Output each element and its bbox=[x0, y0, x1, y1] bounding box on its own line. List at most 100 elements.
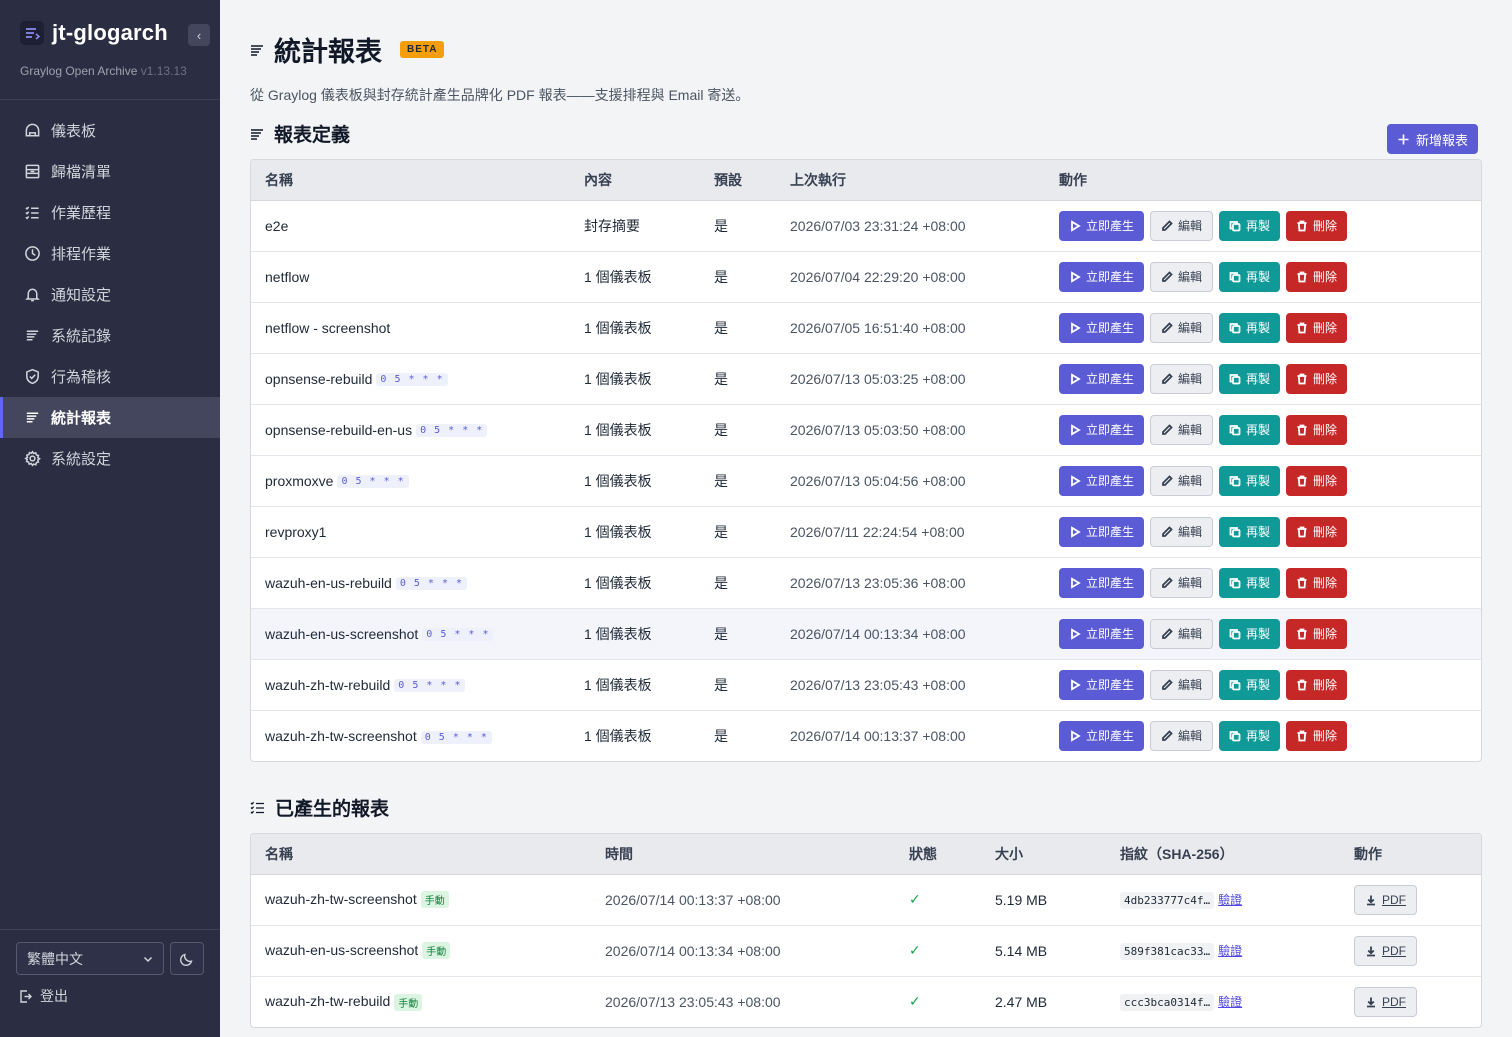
sidebar-item-jobs[interactable]: 作業歷程 bbox=[0, 192, 220, 233]
brand[interactable]: jt-glogarch bbox=[20, 20, 168, 46]
verify-link[interactable]: 驗證 bbox=[1218, 893, 1242, 907]
delete-button[interactable]: 刪除 bbox=[1286, 669, 1348, 700]
add-report-button[interactable]: 新增報表 bbox=[1387, 124, 1479, 154]
table-row[interactable]: proxmoxve 0 5 * * * 1 個儀表板是 2026/07/13 05:0… bbox=[251, 455, 1481, 507]
sidebar-item-dashboard[interactable]: 儀表板 bbox=[0, 110, 220, 151]
table-row[interactable]: netflow 1 個儀表板是 2026/07/04 22:29:20 +08:00… bbox=[251, 251, 1481, 303]
delete-button[interactable]: 刪除 bbox=[1286, 210, 1348, 241]
download-pdf-button[interactable]: PDF bbox=[1354, 986, 1417, 1017]
column-header[interactable]: 大小 bbox=[981, 834, 1106, 875]
sidebar-item-settings[interactable]: 系統設定 bbox=[0, 438, 220, 479]
duplicate-button[interactable]: 再製 bbox=[1219, 363, 1281, 394]
generate-now-button[interactable]: 立即產生 bbox=[1059, 567, 1145, 598]
edit-button[interactable]: 編輯 bbox=[1150, 261, 1214, 292]
column-header[interactable]: 狀態 bbox=[895, 834, 981, 875]
delete-button[interactable]: 刪除 bbox=[1286, 465, 1348, 496]
app-logo-icon bbox=[20, 21, 44, 45]
table-row[interactable]: opnsense-rebuild 0 5 * * * 1 個儀表板是 2026/07/… bbox=[251, 353, 1481, 405]
table-row[interactable]: revproxy1 1 個儀表板是 2026/07/11 22:24:54 +08:… bbox=[251, 506, 1481, 558]
delete-button[interactable]: 刪除 bbox=[1286, 414, 1348, 445]
verify-link[interactable]: 驗證 bbox=[1218, 944, 1242, 958]
delete-button[interactable]: 刪除 bbox=[1286, 567, 1348, 598]
sidebar-item-schedules[interactable]: 排程作業 bbox=[0, 233, 220, 274]
report-name: wazuh-en-us-rebuild bbox=[265, 574, 392, 591]
generate-now-label: 立即產生 bbox=[1086, 576, 1135, 590]
duplicate-button[interactable]: 再製 bbox=[1219, 261, 1281, 292]
table-row[interactable]: netflow - screenshot 1 個儀表板是 2026/07/05 16… bbox=[251, 302, 1481, 354]
table-row[interactable]: wazuh-en-us-screenshot 手動 2026/07/14 00:13… bbox=[251, 925, 1481, 977]
edit-button[interactable]: 編輯 bbox=[1150, 720, 1214, 751]
sidebar-item-archives[interactable]: 歸檔清單 bbox=[0, 151, 220, 192]
theme-toggle-button[interactable] bbox=[170, 942, 204, 975]
delete-button[interactable]: 刪除 bbox=[1286, 720, 1348, 751]
sidebar-item-label: 行為稽核 bbox=[51, 369, 112, 386]
edit-button[interactable]: 編輯 bbox=[1150, 567, 1214, 598]
copy-icon bbox=[1229, 322, 1241, 333]
pdf-label: PDF bbox=[1382, 943, 1406, 958]
verify-link[interactable]: 驗證 bbox=[1218, 995, 1242, 1009]
table-row[interactable]: e2e 封存摘要是 2026/07/03 23:31:24 +08:00 立即產生 編輯… bbox=[251, 200, 1481, 252]
report-name-cell: wazuh-zh-tw-screenshot 0 5 * * * bbox=[251, 710, 570, 761]
check-icon: ✓ bbox=[909, 942, 921, 958]
edit-button[interactable]: 編輯 bbox=[1150, 465, 1214, 496]
column-header[interactable]: 上次執行 bbox=[776, 160, 1045, 201]
column-header[interactable]: 名稱 bbox=[251, 834, 591, 875]
edit-button[interactable]: 編輯 bbox=[1150, 618, 1214, 649]
copy-icon bbox=[1229, 271, 1241, 282]
column-header[interactable]: 內容 bbox=[570, 160, 700, 201]
delete-button[interactable]: 刪除 bbox=[1286, 261, 1348, 292]
table-row[interactable]: wazuh-en-us-screenshot 0 5 * * * 1 個儀表板是 20… bbox=[251, 608, 1481, 660]
generate-now-button[interactable]: 立即產生 bbox=[1059, 465, 1145, 496]
duplicate-button[interactable]: 再製 bbox=[1219, 567, 1281, 598]
logout-link[interactable]: 登出 bbox=[18, 986, 68, 1006]
delete-button[interactable]: 刪除 bbox=[1286, 312, 1348, 343]
duplicate-button[interactable]: 再製 bbox=[1219, 210, 1281, 241]
duplicate-button[interactable]: 再製 bbox=[1219, 312, 1281, 343]
duplicate-button[interactable]: 再製 bbox=[1219, 414, 1281, 445]
generate-now-button[interactable]: 立即產生 bbox=[1059, 516, 1145, 547]
generate-now-button[interactable]: 立即產生 bbox=[1059, 210, 1145, 241]
generate-now-button[interactable]: 立即產生 bbox=[1059, 720, 1145, 751]
delete-button[interactable]: 刪除 bbox=[1286, 618, 1348, 649]
generate-now-button[interactable]: 立即產生 bbox=[1059, 312, 1145, 343]
generate-now-button[interactable]: 立即產生 bbox=[1059, 669, 1145, 700]
sidebar-item-reports[interactable]: 統計報表 bbox=[0, 397, 220, 438]
edit-button[interactable]: 編輯 bbox=[1150, 516, 1214, 547]
actions-cell: 立即產生 編輯 再製 刪除 bbox=[1045, 659, 1481, 711]
delete-button[interactable]: 刪除 bbox=[1286, 363, 1348, 394]
duplicate-button[interactable]: 再製 bbox=[1219, 516, 1281, 547]
duplicate-button[interactable]: 再製 bbox=[1219, 465, 1281, 496]
copy-icon bbox=[1229, 526, 1241, 537]
generate-now-button[interactable]: 立即產生 bbox=[1059, 363, 1145, 394]
download-pdf-button[interactable]: PDF bbox=[1354, 884, 1417, 915]
language-select[interactable]: 繁體中文 bbox=[16, 942, 164, 975]
generate-now-button[interactable]: 立即產生 bbox=[1059, 618, 1145, 649]
sidebar-item-notifications[interactable]: 通知設定 bbox=[0, 274, 220, 315]
generate-now-button[interactable]: 立即產生 bbox=[1059, 414, 1145, 445]
edit-button[interactable]: 編輯 bbox=[1150, 210, 1214, 241]
edit-button[interactable]: 編輯 bbox=[1150, 312, 1214, 343]
table-row[interactable]: wazuh-en-us-rebuild 0 5 * * * 1 個儀表板是 2026/… bbox=[251, 557, 1481, 609]
edit-button[interactable]: 編輯 bbox=[1150, 414, 1214, 445]
column-header[interactable]: 時間 bbox=[591, 834, 895, 875]
duplicate-button[interactable]: 再製 bbox=[1219, 669, 1281, 700]
sidebar-item-audit[interactable]: 行為稽核 bbox=[0, 356, 220, 397]
duplicate-label: 再製 bbox=[1246, 423, 1271, 437]
duplicate-button[interactable]: 再製 bbox=[1219, 720, 1281, 751]
download-pdf-button[interactable]: PDF bbox=[1354, 935, 1417, 966]
edit-button[interactable]: 編輯 bbox=[1150, 363, 1214, 394]
generate-now-button[interactable]: 立即產生 bbox=[1059, 261, 1145, 292]
edit-button[interactable]: 編輯 bbox=[1150, 669, 1214, 700]
table-row[interactable]: opnsense-rebuild-en-us 0 5 * * * 1 個儀表板是 20… bbox=[251, 404, 1481, 456]
duplicate-button[interactable]: 再製 bbox=[1219, 618, 1281, 649]
table-row[interactable]: wazuh-zh-tw-rebuild 手動 2026/07/13 23:05:43… bbox=[251, 976, 1481, 1027]
column-header[interactable]: 名稱 bbox=[251, 160, 570, 201]
last-run-cell: 2026/07/03 23:31:24 +08:00 bbox=[776, 200, 1045, 252]
delete-button[interactable]: 刪除 bbox=[1286, 516, 1348, 547]
column-header[interactable]: 預設 bbox=[700, 160, 776, 201]
sidebar-item-system-logs[interactable]: 系統記錄 bbox=[0, 315, 220, 356]
table-row[interactable]: wazuh-zh-tw-screenshot 手動 2026/07/14 00:13… bbox=[251, 874, 1481, 926]
table-row[interactable]: wazuh-zh-tw-screenshot 0 5 * * * 1 個儀表板 是 20… bbox=[251, 710, 1481, 761]
collapse-sidebar-button[interactable]: ‹ bbox=[188, 24, 210, 46]
table-row[interactable]: wazuh-zh-tw-rebuild 0 5 * * * 1 個儀表板是 2026/… bbox=[251, 659, 1481, 711]
